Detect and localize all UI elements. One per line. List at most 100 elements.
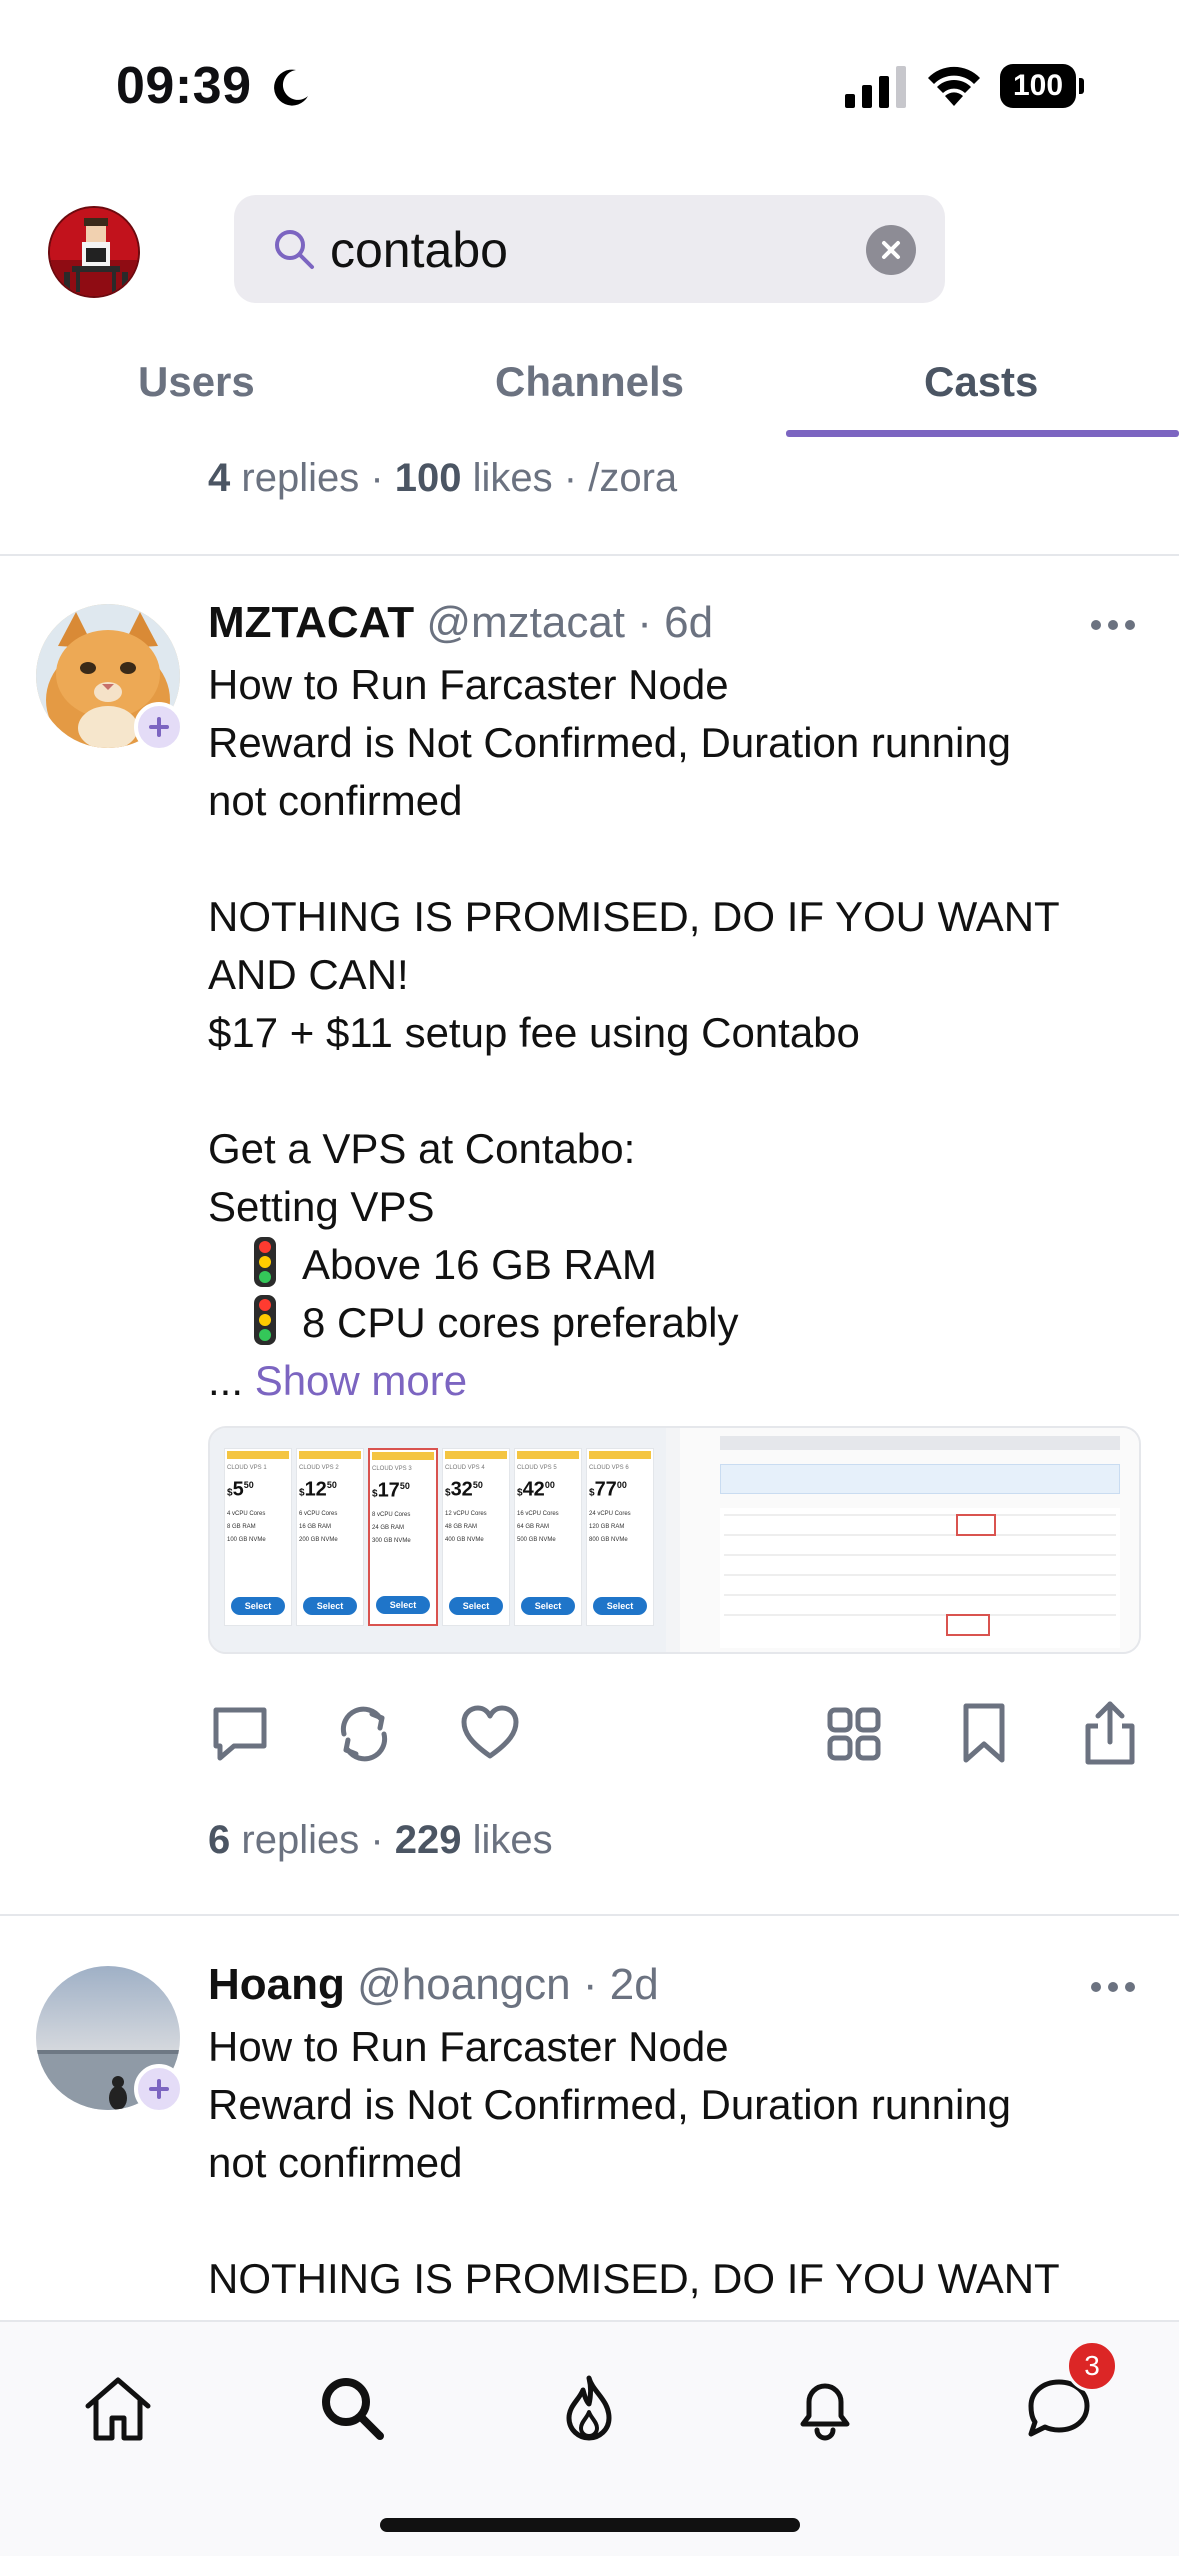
pricing-card: CLOUD VPS 2 $1250 6 vCPU Cores 16 GB RAM 200… xyxy=(296,1448,364,1626)
search-tabs: Users Channels Casts xyxy=(0,340,1179,440)
replies-count: 6 xyxy=(208,1818,231,1862)
battery-level: 100 xyxy=(1000,64,1076,108)
prev-replies-label[interactable]: replies xyxy=(241,456,359,500)
notifications-bell-icon[interactable] xyxy=(789,2372,861,2444)
plan-price: $3250 xyxy=(445,1478,483,1501)
like-heart-icon[interactable] xyxy=(460,1700,520,1766)
plan-select-button[interactable]: Select xyxy=(231,1597,285,1615)
plan-select-button[interactable]: Select xyxy=(593,1597,647,1615)
plan-spec: 500 GB NVMe xyxy=(517,1536,556,1543)
cast-header: Hoang @hoangcn · 2d xyxy=(208,1960,659,2009)
status-time: 09:39 xyxy=(116,57,252,115)
cast-line: ... Show more xyxy=(208,1352,1128,1410)
follow-button[interactable] xyxy=(134,702,184,752)
show-more-link[interactable]: Show more xyxy=(255,1357,467,1404)
plan-spec: 6 vCPU Cores xyxy=(299,1510,338,1517)
cast-line: Setting VPS xyxy=(208,1183,435,1230)
likes-label[interactable]: likes xyxy=(473,1818,553,1862)
cast-text: How to Run Farcaster Node Reward is Not … xyxy=(208,656,1128,1410)
cast-author-name[interactable]: Hoang xyxy=(208,1960,345,2009)
more-options-icon[interactable] xyxy=(1090,1981,1136,1993)
grid-apps-icon[interactable] xyxy=(824,1700,884,1766)
cast-line: NOTHING IS PROMISED, DO IF YOU WANT xyxy=(208,2255,1060,2302)
cellular-signal-icon xyxy=(845,66,906,108)
plan-spec: 24 GB RAM xyxy=(372,1524,405,1531)
status-bar: 09:39 100 xyxy=(0,0,1179,170)
cast-text: How to Run Farcaster Node Reward is Not … xyxy=(208,2018,1128,2308)
share-icon[interactable] xyxy=(1080,1700,1140,1766)
plan-price: $4200 xyxy=(517,1478,555,1501)
pricing-card: CLOUD VPS 6 $7700 24 vCPU Cores 120 GB RAM 8… xyxy=(586,1448,654,1626)
plan-price: $7700 xyxy=(589,1478,627,1501)
cast-line: not confirmed xyxy=(208,777,463,824)
trending-flame-icon[interactable] xyxy=(553,2372,625,2444)
search-nav-icon[interactable] xyxy=(316,2372,388,2444)
plan-spec: 24 vCPU Cores xyxy=(589,1510,631,1517)
cast-line: Reward is Not Confirmed, Duration runnin… xyxy=(208,719,1012,766)
cast-line: NOTHING IS PROMISED, DO IF YOU WANT xyxy=(208,893,1060,940)
cast-line: 8 CPU cores preferably xyxy=(208,1294,1128,1352)
more-options-icon[interactable] xyxy=(1090,619,1136,631)
clear-search-button[interactable] xyxy=(866,225,916,275)
plan-spec: 400 GB NVMe xyxy=(445,1536,484,1543)
pixel-avatar-icon xyxy=(50,208,138,296)
prev-cast-stats: 4 replies · 100 likes · /zora xyxy=(208,456,678,500)
cast-line: Reward is Not Confirmed, Duration runnin… xyxy=(208,2081,1012,2128)
divider xyxy=(0,1914,1179,1916)
plan-spec: 12 vCPU Cores xyxy=(445,1510,487,1517)
plan-name: CLOUD VPS 4 xyxy=(445,1465,485,1471)
notification-badge: 3 xyxy=(1066,2340,1118,2392)
moon-icon xyxy=(274,69,308,106)
likes-count: 229 xyxy=(394,1818,462,1862)
plan-spec: 4 vCPU Cores xyxy=(227,1510,266,1517)
tab-users[interactable]: Users xyxy=(138,358,255,406)
plan-name: CLOUD VPS 2 xyxy=(299,1465,339,1471)
pricing-card: CLOUD VPS 5 $4200 16 vCPU Cores 64 GB RAM 50… xyxy=(514,1448,582,1626)
close-icon xyxy=(882,241,900,259)
cast-line: not confirmed xyxy=(208,2139,463,2186)
cast-line: Get a VPS at Contabo: xyxy=(208,1125,636,1172)
follow-button[interactable] xyxy=(134,2064,184,2114)
search-bar[interactable]: contabo xyxy=(234,195,945,303)
cast-line: AND CAN! xyxy=(208,951,409,998)
plan-spec: 300 GB NVMe xyxy=(372,1537,411,1544)
home-icon[interactable] xyxy=(82,2372,154,2444)
prev-likes-label[interactable]: likes xyxy=(473,456,553,500)
plan-spec: 16 vCPU Cores xyxy=(517,1510,559,1517)
cast-author-handle[interactable]: @hoangcn xyxy=(357,1960,571,2009)
embed-image-pricing[interactable]: CLOUD VPS 1 $550 4 vCPU Cores 8 GB RAM 100 G… xyxy=(210,1428,666,1652)
cast-line: $17 + $11 setup fee using Contabo xyxy=(208,1009,860,1056)
recast-icon[interactable] xyxy=(334,1700,394,1766)
reply-icon[interactable] xyxy=(210,1700,270,1766)
plan-price: $550 xyxy=(227,1478,254,1501)
cast-header: MZTACAT @mztacat · 6d xyxy=(208,598,714,647)
plan-spec: 64 GB RAM xyxy=(517,1523,550,1530)
plan-select-button[interactable]: Select xyxy=(449,1597,503,1615)
search-icon xyxy=(275,230,314,269)
search-input[interactable]: contabo xyxy=(330,221,508,279)
cast-line: Above 16 GB RAM xyxy=(208,1236,1128,1294)
cast-embed-images[interactable]: CLOUD VPS 1 $550 4 vCPU Cores 8 GB RAM 100 G… xyxy=(208,1426,1141,1654)
plan-spec: 120 GB RAM xyxy=(589,1523,625,1530)
plan-select-button[interactable]: Select xyxy=(376,1596,430,1614)
plan-spec: 100 GB NVMe xyxy=(227,1536,266,1543)
plan-spec: 800 GB NVMe xyxy=(589,1536,628,1543)
pricing-card: CLOUD VPS 4 $3250 12 vCPU Cores 48 GB RAM 40… xyxy=(442,1448,510,1626)
cast-stats: 6 replies · 229 likes xyxy=(208,1818,553,1862)
profile-avatar[interactable] xyxy=(48,206,140,298)
cast-author-name[interactable]: MZTACAT xyxy=(208,598,414,647)
tab-channels[interactable]: Channels xyxy=(495,358,684,406)
cast-line: How to Run Farcaster Node xyxy=(208,661,729,708)
tab-casts[interactable]: Casts xyxy=(924,358,1038,406)
cast-timestamp: 2d xyxy=(609,1960,659,2009)
plan-select-button[interactable]: Select xyxy=(521,1597,575,1615)
embed-image-settings[interactable] xyxy=(680,1428,1139,1652)
plan-select-button[interactable]: Select xyxy=(303,1597,357,1615)
plan-spec: 16 GB RAM xyxy=(299,1523,332,1530)
cast-actions xyxy=(0,1700,1179,1770)
prev-channel-link[interactable]: /zora xyxy=(588,456,677,500)
cast-author-handle[interactable]: @mztacat xyxy=(426,598,625,647)
cast-line: How to Run Farcaster Node xyxy=(208,2023,729,2070)
replies-label[interactable]: replies xyxy=(241,1818,359,1862)
bookmark-icon[interactable] xyxy=(954,1700,1014,1766)
